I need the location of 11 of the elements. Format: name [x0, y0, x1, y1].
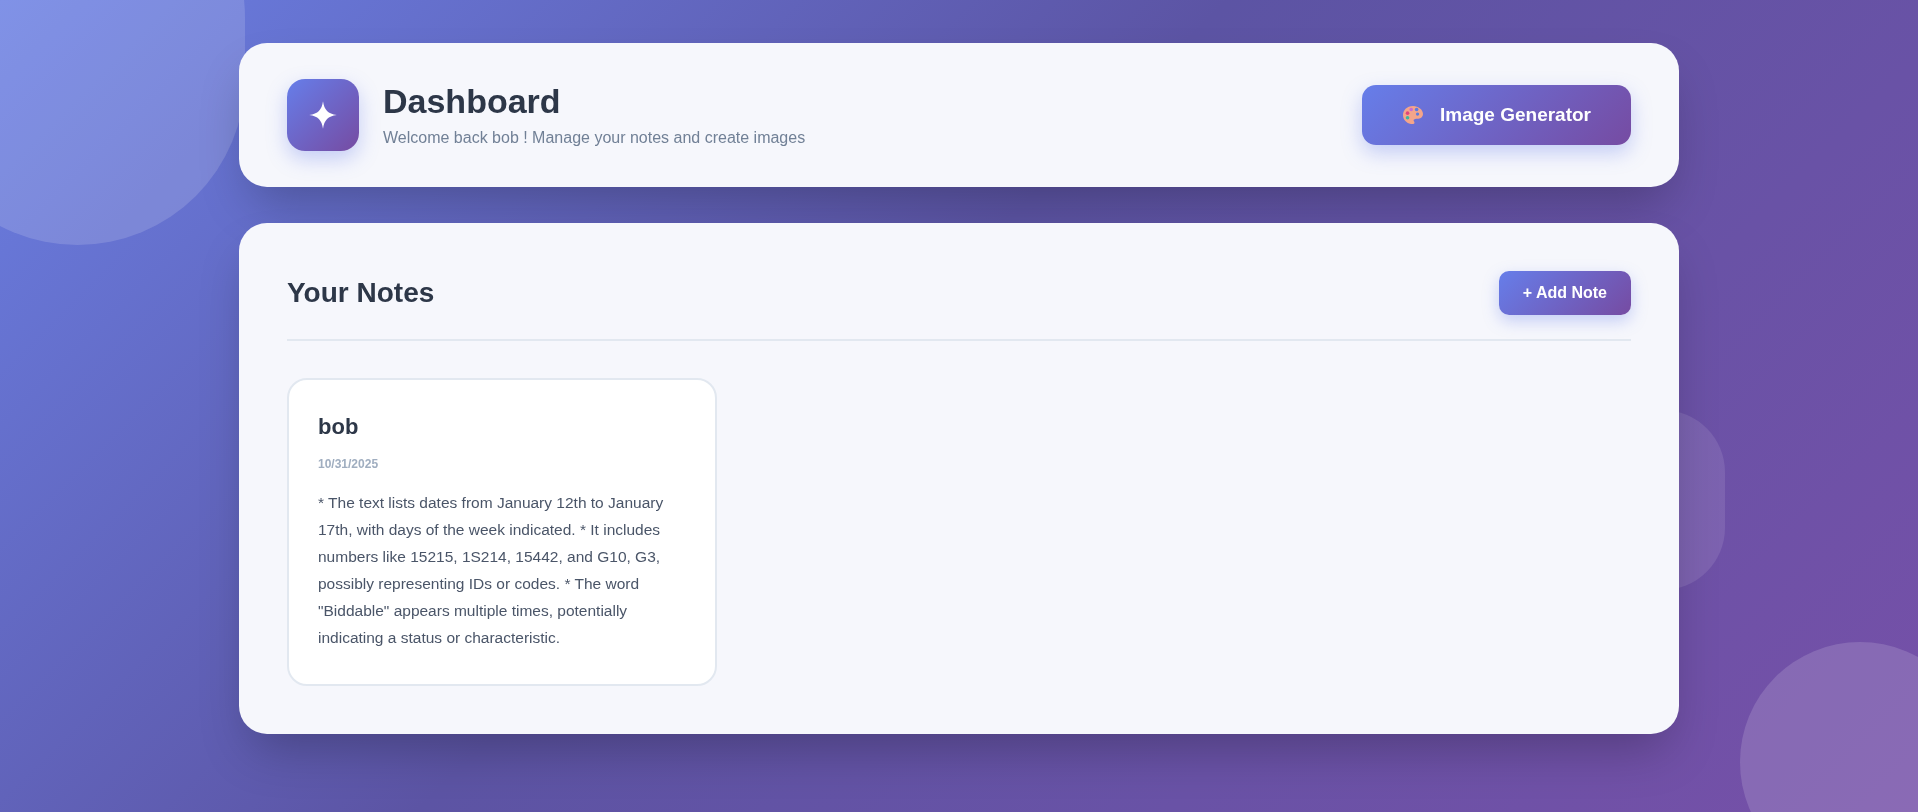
- note-card[interactable]: [287, 378, 717, 686]
- section-title: Your Notes: [287, 276, 435, 310]
- note-title: bob: [318, 413, 360, 441]
- add-note-button[interactable]: + Add Note: [1498, 271, 1631, 315]
- image-generator-button[interactable]: Image Generator: [1362, 85, 1631, 145]
- page-title: Dashboard: [383, 80, 562, 122]
- palette-icon: [1402, 105, 1424, 125]
- welcome-text: Welcome back bob ! Manage your notes and create images: [383, 128, 806, 149]
- note-body: * The text lists dates from January 12th to January 17th, with days of the week indicated. * It includes numbers like 15215, 1S214, 15442, and G10, G3, possibly representing IDs or codes. * The word "Biddable" appears multiple times, potentially indicating a status or characteristic.: [318, 493, 665, 648]
- note-date: 10/31/2025: [318, 456, 380, 473]
- sparkle-icon: [308, 100, 338, 130]
